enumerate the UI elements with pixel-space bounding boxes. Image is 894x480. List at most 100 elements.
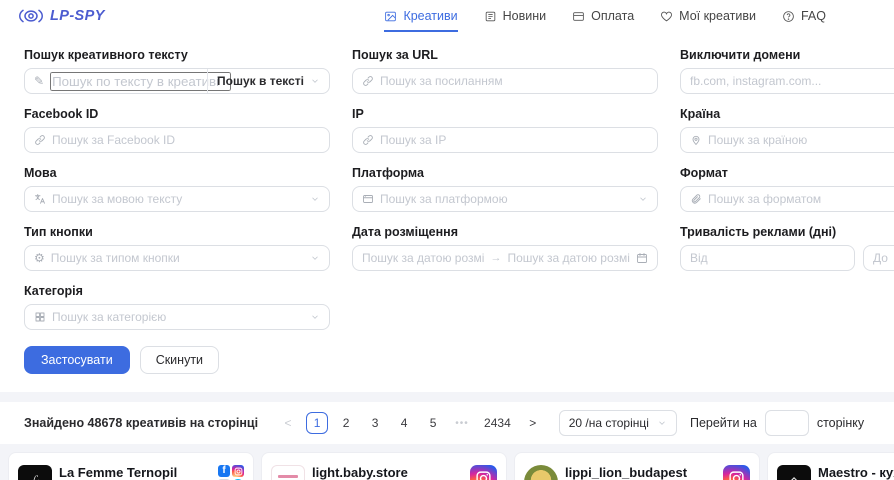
platform-select[interactable] xyxy=(352,186,658,212)
pagination-page-4[interactable]: 4 xyxy=(393,412,415,434)
results-summary: Знайдено 48678 креативів на сторінці xyxy=(24,416,258,430)
card-title: light.baby.store xyxy=(312,465,413,480)
field-label: Тривалість реклами (дні) xyxy=(680,225,894,239)
card-title: Maestro - кухні, ме xyxy=(818,465,894,480)
link-icon xyxy=(34,134,46,146)
tab-label: Креативи xyxy=(403,9,457,23)
button-type-input[interactable] xyxy=(51,251,304,265)
header: LP-SPY Креативи Новини Оплата Мої креати… xyxy=(0,0,894,32)
creative-cards-list: ℒ LA FEMME La Femme Ternopil 2025-11-20 … xyxy=(0,452,894,480)
text-search-mode-select[interactable]: Пошук в тексті xyxy=(207,69,329,93)
page-size-select[interactable]: 20 /на сторінці xyxy=(559,410,677,436)
duration-to-input[interactable] xyxy=(873,251,894,265)
field-label: Мова xyxy=(24,166,330,180)
field-label: Пошук креативного тексту xyxy=(24,48,330,62)
creative-card: ℒ LA FEMME La Femme Ternopil 2025-11-20 … xyxy=(8,452,254,480)
pagination-next[interactable]: > xyxy=(522,412,544,434)
format-select[interactable] xyxy=(680,186,894,212)
field-facebook-id: Facebook ID xyxy=(24,107,330,153)
date-from-input[interactable] xyxy=(362,251,485,265)
pagination-ellipsis[interactable]: ••• xyxy=(451,412,473,434)
chevron-down-icon xyxy=(310,194,320,204)
exclude-domains-input[interactable] xyxy=(690,74,894,88)
reset-button[interactable]: Скинути xyxy=(140,346,219,374)
button-type-select[interactable]: ⚙ xyxy=(24,245,330,271)
heart-icon xyxy=(660,10,673,23)
field-label: Країна xyxy=(680,107,894,121)
field-placement-date: Дата розміщення → xyxy=(352,225,658,271)
tab-my-creatives[interactable]: Мої креативи xyxy=(660,0,756,32)
facebook-id-input[interactable] xyxy=(52,133,320,147)
text-search-input[interactable] xyxy=(50,72,231,91)
ip-input[interactable] xyxy=(380,133,648,147)
avatar: ℒ LA FEMME xyxy=(18,465,52,480)
avatar: ◈ xyxy=(777,465,811,480)
creative-card: lippi_lion_budapest 2025-11-20 21:02:03 … xyxy=(514,452,760,480)
paperclip-icon xyxy=(690,193,702,205)
pagination-page-2[interactable]: 2 xyxy=(335,412,357,434)
chevron-down-icon xyxy=(310,312,320,322)
tab-label: Мої креативи xyxy=(679,9,756,23)
goto-page: Перейти на сторінку xyxy=(690,410,864,436)
field-label: Категорія xyxy=(24,284,330,298)
field-label: Пошук за URL xyxy=(352,48,658,62)
tab-faq[interactable]: FAQ xyxy=(782,0,826,32)
field-label: IP xyxy=(352,107,658,121)
pencil-icon: ✎ xyxy=(34,75,44,87)
instagram-icon xyxy=(723,465,750,480)
page-size-value: 20 /на сторінці xyxy=(569,416,649,430)
chevron-down-icon xyxy=(657,418,667,428)
field-text-search: Пошук креативного тексту ✎ Пошук в текст… xyxy=(24,48,330,94)
field-country: Країна xyxy=(680,107,894,153)
arrow-right-icon: → xyxy=(491,252,502,264)
category-input[interactable] xyxy=(52,310,304,324)
field-label: Тип кнопки xyxy=(24,225,330,239)
duration-from-input[interactable] xyxy=(690,251,845,265)
field-label: Платформа xyxy=(352,166,658,180)
creative-card: ◈ Maestro - кухні, ме замовлення в Ужго … xyxy=(767,452,894,480)
apply-button[interactable]: Застосувати xyxy=(24,346,130,374)
field-exclude-domains: Виключити домени xyxy=(680,48,894,94)
tab-news[interactable]: Новини xyxy=(484,0,547,32)
field-url: Пошук за URL xyxy=(352,48,658,94)
chevron-down-icon xyxy=(310,76,320,86)
tab-creatives[interactable]: Креативи xyxy=(384,0,457,32)
field-label: Формат xyxy=(680,166,894,180)
results-bar: Знайдено 48678 креативів на сторінці < 1… xyxy=(0,402,894,444)
link-icon xyxy=(362,75,374,87)
field-duration: Тривалість реклами (дні) xyxy=(680,225,894,271)
field-ip: IP xyxy=(352,107,658,153)
platform-icon xyxy=(362,193,374,205)
url-input[interactable] xyxy=(380,74,648,88)
calendar-icon xyxy=(636,252,648,264)
translate-icon xyxy=(34,193,46,205)
language-select[interactable] xyxy=(24,186,330,212)
category-select[interactable] xyxy=(24,304,330,330)
avatar xyxy=(271,465,305,480)
pagination-page-2434[interactable]: 2434 xyxy=(480,412,515,434)
card-title: La Femme Ternopil xyxy=(59,465,177,480)
goto-page-input[interactable] xyxy=(765,410,809,436)
brand-logo[interactable]: LP-SPY xyxy=(18,7,105,25)
tab-label: FAQ xyxy=(801,9,826,23)
pagination-prev[interactable]: < xyxy=(277,412,299,434)
question-icon xyxy=(782,10,795,23)
format-input[interactable] xyxy=(708,192,894,206)
goto-label: Перейти на xyxy=(690,416,757,430)
language-input[interactable] xyxy=(52,192,304,206)
platform-input[interactable] xyxy=(380,192,632,206)
avatar xyxy=(524,465,558,480)
field-label: Facebook ID xyxy=(24,107,330,121)
tab-label: Новини xyxy=(503,9,547,23)
pagination-page-3[interactable]: 3 xyxy=(364,412,386,434)
pagination-page-5[interactable]: 5 xyxy=(422,412,444,434)
date-to-input[interactable] xyxy=(508,251,631,265)
tab-payment[interactable]: Оплата xyxy=(572,0,634,32)
date-range-picker[interactable]: → xyxy=(352,245,658,271)
field-language: Мова xyxy=(24,166,330,212)
eye-icon xyxy=(18,7,44,25)
credit-card-icon xyxy=(572,10,585,23)
chevron-down-icon xyxy=(310,253,320,263)
country-select[interactable] xyxy=(708,133,894,147)
pagination-page-1[interactable]: 1 xyxy=(306,412,328,434)
